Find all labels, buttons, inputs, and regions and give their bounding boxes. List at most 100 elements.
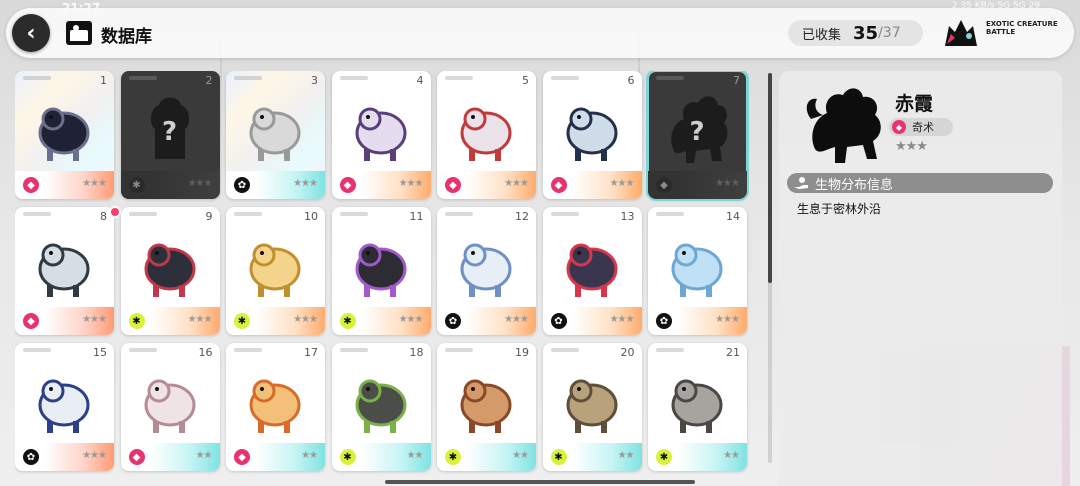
card-number: 2 — [205, 74, 213, 87]
rarity-stars: ★★★ — [398, 314, 424, 325]
card-number: 21 — [726, 346, 740, 359]
dark-type-icon: ✿ — [550, 313, 567, 329]
nature-type-icon: ✱ — [234, 313, 250, 329]
card-footer: ✿ ★★★ — [15, 443, 114, 471]
hand-plant-icon — [793, 176, 809, 190]
rarity-stars: ★★★ — [187, 314, 213, 325]
rarity-stars: ★★★ — [293, 178, 318, 189]
card-number: 19 — [515, 346, 529, 359]
creature-silhouette — [806, 88, 881, 163]
creature-card[interactable]: 10 ✱ ★★★ — [226, 207, 325, 335]
arcane-type-icon: ◆ — [23, 177, 39, 193]
creature-card[interactable]: 13 ✿ ★★★ — [542, 207, 642, 335]
rarity-stars: ★★ — [723, 450, 740, 461]
creature-art — [557, 225, 627, 303]
rarity-stars: ★★★ — [82, 178, 107, 189]
card-tagline — [128, 348, 157, 352]
creature-card[interactable]: 1 ◆ ★★★ — [15, 71, 114, 199]
creature-art — [240, 89, 310, 167]
rarity-stars: ★★ — [195, 450, 213, 461]
collected-label: 已收集 — [802, 27, 842, 43]
creature-art — [557, 361, 627, 439]
creature-art — [29, 225, 99, 303]
creature-card[interactable]: 18 ✱ ★★ — [331, 343, 431, 471]
creature-card[interactable]: 8 ◆ ★★★ — [15, 207, 114, 335]
creature-card[interactable]: 4 ◆ ★★★ — [331, 71, 431, 199]
rarity-stars: ★★★ — [609, 178, 635, 189]
card-tagline — [23, 76, 51, 80]
habitat-description: 生息于密林外沿 — [797, 202, 882, 216]
card-number: 5 — [522, 74, 529, 87]
card-footer: ◆ ★★ — [120, 443, 220, 471]
creature-art — [346, 361, 416, 439]
creature-art — [135, 225, 205, 303]
card-tagline — [445, 212, 473, 216]
rarity-stars: ★★ — [301, 450, 318, 461]
card-footer: ✱ ★★ — [648, 443, 747, 471]
dark-type-icon: ✿ — [23, 449, 39, 465]
card-footer: ✱ ★★ — [437, 443, 536, 471]
card-footer: ◆ ★★★ — [648, 171, 747, 199]
card-tagline — [339, 348, 368, 352]
creature-card[interactable]: 20 ✱ ★★ — [542, 343, 642, 471]
creature-card[interactable]: 9 ✱ ★★★ — [120, 207, 220, 335]
rarity-stars: ★★★ — [504, 314, 529, 325]
creature-art — [240, 361, 310, 439]
card-tagline — [550, 76, 579, 80]
dark-type-icon: ✿ — [445, 313, 461, 329]
card-number: 18 — [409, 346, 424, 359]
card-number: 14 — [726, 210, 740, 223]
card-footer: ◆ ★★★ — [15, 307, 114, 335]
creature-art — [29, 361, 99, 439]
creature-art: ? — [135, 89, 205, 167]
creature-card[interactable]: 11 ✱ ★★★ — [331, 207, 431, 335]
card-footer: ✱ ★★★ — [120, 307, 220, 335]
card-tagline — [656, 76, 684, 80]
creature-card[interactable]: 12 ✿ ★★★ — [437, 207, 536, 335]
scrollbar-thumb[interactable] — [768, 73, 772, 283]
nature-type-icon: ✱ — [339, 449, 356, 465]
card-tagline — [23, 348, 51, 352]
card-tagline — [656, 348, 684, 352]
back-button[interactable]: ‹ — [12, 14, 50, 52]
card-number: 9 — [205, 210, 213, 223]
rarity-stars: ★★ — [617, 450, 635, 461]
creature-card[interactable]: 19 ✱ ★★ — [437, 343, 536, 471]
arcane-type-icon: ◆ — [445, 177, 461, 193]
creature-card[interactable]: 6 ◆ ★★★ — [542, 71, 642, 199]
creature-card[interactable]: 7? ◆ ★★★ — [646, 71, 749, 201]
creature-card[interactable]: 16 ◆ ★★ — [120, 343, 220, 471]
card-tagline — [339, 212, 368, 216]
creature-card[interactable]: 14 ✿ ★★★ — [648, 207, 747, 335]
card-number: 20 — [620, 346, 635, 359]
creature-card[interactable]: 17 ◆ ★★ — [226, 343, 325, 471]
chevron-left-icon: ‹ — [26, 20, 36, 46]
card-footer: ✿ ★★★ — [226, 171, 325, 199]
card-tagline — [550, 348, 579, 352]
card-tagline — [550, 212, 579, 216]
rarity-stars: ★★★ — [82, 314, 107, 325]
nature-type-icon: ✱ — [128, 313, 145, 329]
unknown-mark: ? — [161, 117, 178, 147]
creature-card[interactable]: 15 ✿ ★★★ — [15, 343, 114, 471]
card-footer: ✱ ★★ — [331, 443, 431, 471]
card-number: 13 — [620, 210, 635, 223]
nature-type-icon: ✱ — [656, 449, 672, 465]
creature-art — [451, 89, 521, 167]
rarity-stars: ★★★ — [187, 178, 213, 189]
creature-card[interactable]: 3 ✿ ★★★ — [226, 71, 325, 199]
game-logo-text: EXOTIC CREATURE BATTLE — [986, 20, 1058, 36]
creature-card[interactable]: 5 ◆ ★★★ — [437, 71, 536, 199]
card-tagline — [445, 348, 473, 352]
card-tagline — [445, 76, 473, 80]
card-footer: ◆ ★★★ — [542, 171, 642, 199]
nature-type-icon: ✱ — [128, 177, 145, 193]
page-title: 数据库 — [101, 27, 152, 47]
creature-card[interactable]: 2? ✱ ★★★ — [120, 71, 220, 199]
card-number: 10 — [304, 210, 318, 223]
rarity-stars: ★★★ — [609, 314, 635, 325]
card-footer: ✱ ★★ — [542, 443, 642, 471]
creature-art — [662, 225, 732, 303]
creature-card[interactable]: 21 ✱ ★★ — [648, 343, 747, 471]
card-number: 16 — [198, 346, 213, 359]
